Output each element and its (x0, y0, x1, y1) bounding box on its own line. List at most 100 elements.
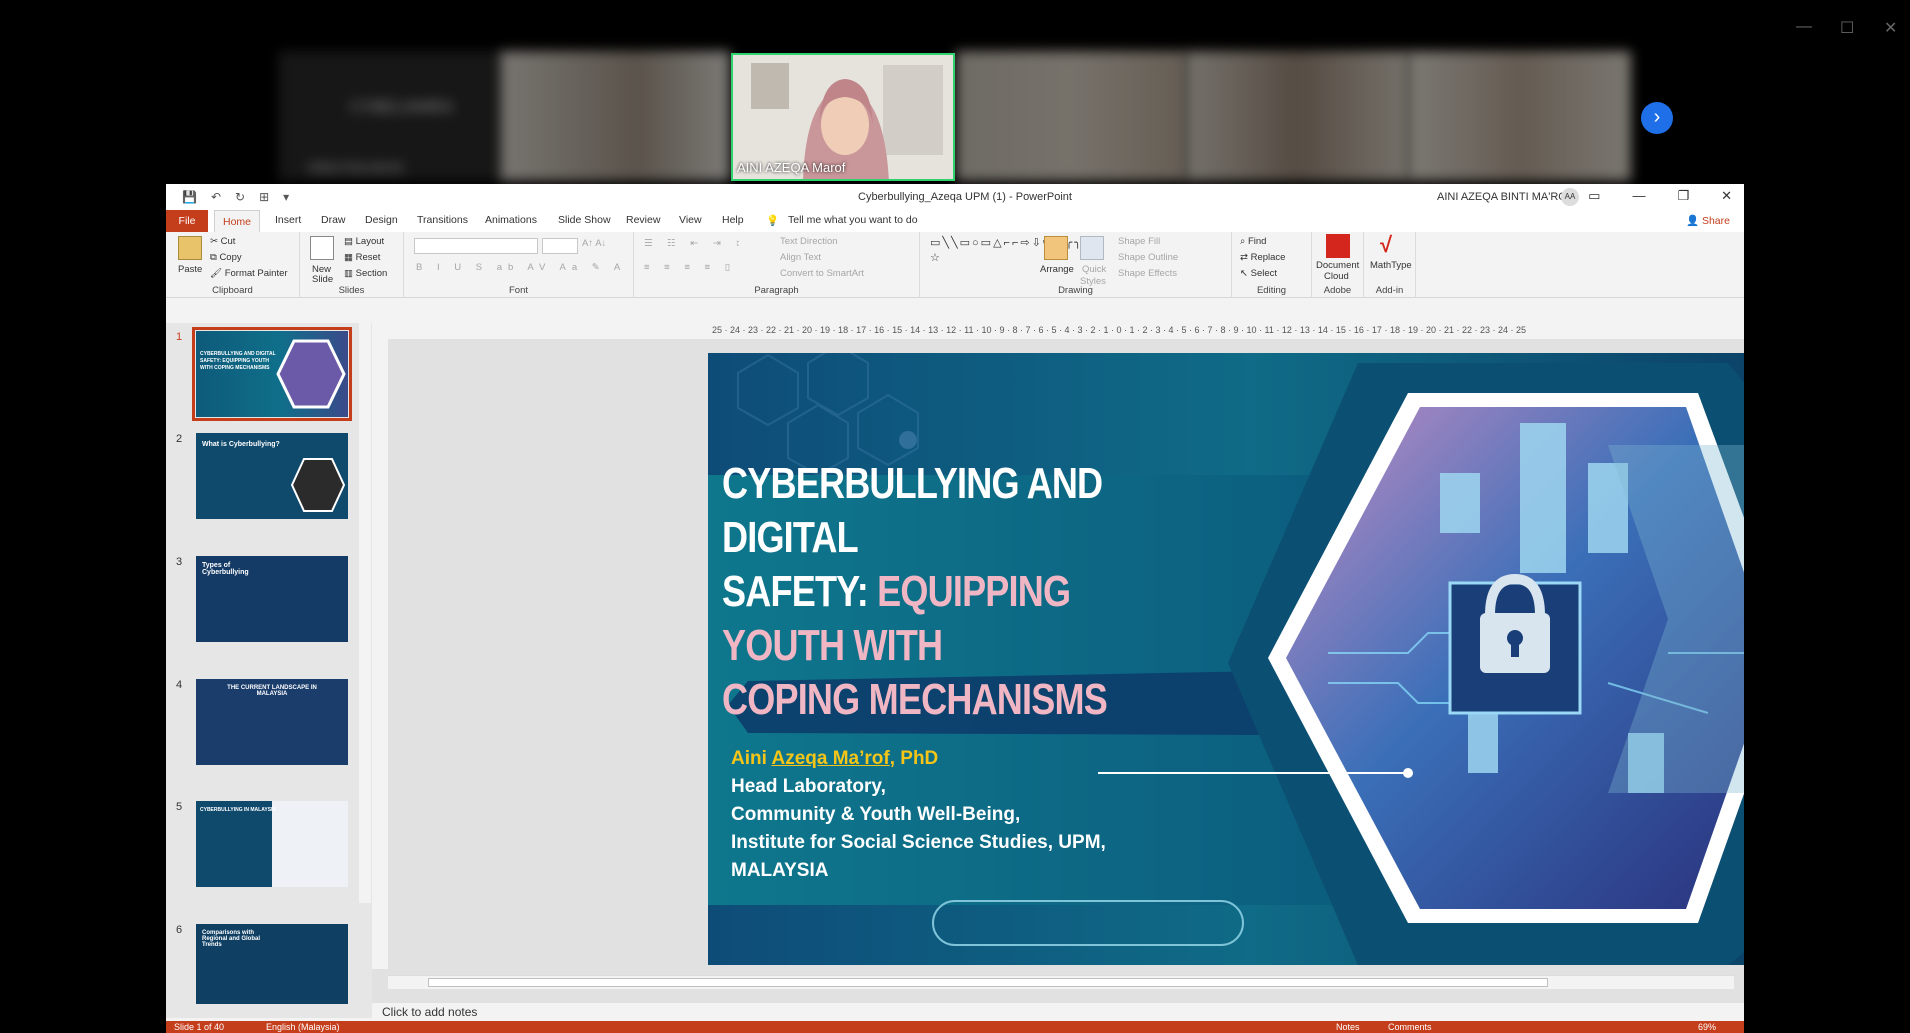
undo-icon[interactable]: ↶ (211, 190, 221, 204)
user-name[interactable]: AINI AZEQA BINTI MA'ROF (1437, 191, 1574, 203)
tab-help[interactable]: Help (722, 214, 744, 226)
thumbnail-slide-4[interactable]: THE CURRENT LANDSCAPE IN MALAYSIA (196, 679, 348, 765)
participant-tile[interactable] (1186, 51, 1408, 181)
slide-thumbnail-pane: 1 CYBERBULLYING AND DIGITAL SAFETY: EQUI… (166, 323, 372, 1018)
tab-file[interactable]: File (166, 210, 208, 232)
font-size-input[interactable] (542, 238, 578, 254)
slide-author-block[interactable]: Aini Azeqa Ma’rof, PhD Head Laboratory, … (731, 745, 1106, 885)
avatar[interactable]: AA (1561, 188, 1579, 206)
font-name-input[interactable] (414, 238, 538, 254)
horizontal-scrollbar[interactable] (388, 975, 1734, 989)
tab-view[interactable]: View (679, 214, 702, 226)
notes-pane[interactable]: Click to add notes (372, 1003, 1744, 1021)
thumbnail-slide-2[interactable]: What is Cyberbullying? (196, 433, 348, 519)
copy-button[interactable]: ⧉ Copy (210, 252, 242, 263)
active-speaker-tile[interactable]: AINI AZEQA Marof (731, 53, 955, 181)
tab-design[interactable]: Design (365, 214, 398, 226)
select-button[interactable]: ↖ Select (1240, 268, 1277, 279)
reset-button[interactable]: ▦ Reset (344, 252, 380, 263)
ribbon: Paste ✂ Cut ⧉ Copy 🖌 Format Painter Clip… (166, 232, 1744, 298)
ribbon-display-icon[interactable]: ▭ (1588, 188, 1600, 204)
title-text: CYBERBULLYING AND DIGITAL (722, 459, 1103, 562)
minimize-icon[interactable]: — (1796, 18, 1812, 36)
layout-icon: ▤ (344, 236, 356, 247)
thumbnail-slide-3[interactable]: Types of Cyberbullying (196, 556, 348, 642)
paste-button[interactable]: Paste (178, 264, 202, 275)
tab-review[interactable]: Review (626, 214, 660, 226)
meeting-screen: { "meeting": { "speaker_name": "AINI AZE… (0, 0, 1910, 1033)
scroll-thumb[interactable] (428, 978, 1548, 987)
save-icon[interactable]: 💾 (182, 190, 197, 204)
author-line: Head Laboratory, (731, 776, 886, 797)
shape-outline-button[interactable]: Shape Outline (1118, 252, 1178, 263)
convert-smartart-button[interactable]: Convert to SmartArt (780, 268, 864, 279)
shape-effects-button[interactable]: Shape Effects (1118, 268, 1177, 279)
ppt-minimize-icon[interactable]: — (1632, 188, 1645, 204)
tell-me-search[interactable]: Tell me what you want to do (788, 214, 918, 226)
language-status[interactable]: English (Malaysia) (266, 1022, 340, 1032)
group-label: Slides (338, 285, 365, 296)
tab-slide-show[interactable]: Slide Show (558, 214, 611, 226)
zoom-level[interactable]: 69% (1698, 1022, 1716, 1032)
current-slide[interactable]: CYBERBULLYING AND DIGITAL SAFETY: EQUIPP… (708, 353, 1744, 965)
redo-icon[interactable]: ↻ (235, 190, 245, 204)
tab-draw[interactable]: Draw (321, 214, 346, 226)
share-button[interactable]: 👤 Share (1686, 214, 1730, 227)
participant-tile[interactable] (956, 51, 1186, 181)
shape-fill-button[interactable]: Shape Fill (1118, 236, 1160, 247)
document-cloud-button-2[interactable]: Cloud (1324, 271, 1349, 282)
thumbnail-title: Comparisons with Regional and Global Tre… (202, 930, 261, 948)
align-text-button[interactable]: Align Text (780, 252, 821, 263)
layout-label: Layout (355, 236, 385, 247)
cut-button[interactable]: ✂ Cut (210, 236, 235, 247)
ppt-restore-icon[interactable]: ❐ (1677, 188, 1689, 204)
tab-transitions[interactable]: Transitions (417, 214, 468, 226)
close-icon[interactable]: ✕ (1884, 18, 1897, 38)
ppt-close-icon[interactable]: ✕ (1721, 188, 1732, 204)
align-icons[interactable]: ≡ ≡ ≡ ≡ ▯ (644, 262, 736, 273)
customize-quick-access-icon[interactable]: ▾ (283, 190, 289, 204)
start-from-beginning-icon[interactable]: ⊞ (259, 190, 269, 204)
find-label: Find (1247, 236, 1267, 247)
thumbnail-slide-1[interactable]: CYBERBULLYING AND DIGITAL SAFETY: EQUIPP… (192, 327, 352, 421)
comments-toggle[interactable]: Comments (1388, 1022, 1432, 1032)
participant-tile[interactable]: CYBELIAMRA NINA FAILAKAS (278, 51, 500, 181)
section-button[interactable]: ▥ Section (344, 268, 387, 279)
list-icons[interactable]: ☰ ☷ ⇤ ⇥ ↕ (644, 238, 746, 249)
participant-tile[interactable] (500, 51, 730, 181)
font-grow-icon[interactable]: A↑ A↓ (582, 238, 606, 249)
quick-styles-button[interactable]: Quick (1082, 264, 1106, 275)
notes-toggle[interactable]: Notes (1336, 1022, 1360, 1032)
maximize-icon[interactable]: ☐ (1840, 18, 1854, 38)
slide-edit-area: 25 · 24 · 23 · 22 · 21 · 20 · 19 · 18 · … (372, 323, 1744, 1003)
text-direction-button[interactable]: Text Direction (780, 236, 838, 247)
status-bar: Slide 1 of 40 English (Malaysia) Notes C… (166, 1021, 1744, 1033)
thumbnail-slide-5[interactable]: CYBERBULLYING IN MALAYSIA (196, 801, 348, 887)
thumbnail-number: 3 (176, 556, 183, 568)
select-label: Select (1250, 268, 1278, 279)
document-cloud-button[interactable]: Document (1316, 260, 1359, 271)
shapes-gallery[interactable]: ▭╲╲▭○▭△⌐⌐⇨⇩⬠↺╭╮{}☆ (930, 236, 1092, 266)
layout-button[interactable]: ▤ Layout (344, 236, 384, 247)
horizontal-ruler: 25 · 24 · 23 · 22 · 21 · 20 · 19 · 18 · … (372, 323, 1744, 339)
title-line-3: COPING MECHANISMS (722, 673, 1148, 727)
thumbnail-slide-6[interactable]: Comparisons with Regional and Global Tre… (196, 924, 348, 1004)
slide-title[interactable]: CYBERBULLYING AND DIGITAL SAFETY: EQUIPP… (722, 457, 1148, 727)
new-slide-button-2[interactable]: Slide (312, 274, 333, 285)
cut-label: Cut (220, 236, 236, 247)
replace-button[interactable]: ⇄ Replace (1240, 252, 1285, 263)
font-style-icons[interactable]: B I U S ab AV Aa ✎ A (416, 262, 626, 273)
find-button[interactable]: ⌕ Find (1240, 236, 1266, 247)
tab-home[interactable]: Home (214, 210, 261, 232)
format-painter-button[interactable]: 🖌 Format Painter (210, 268, 288, 279)
participant-tile[interactable] (1408, 51, 1631, 181)
arrange-icon (1044, 236, 1068, 260)
tab-insert[interactable]: Insert (275, 214, 301, 226)
thumbnail-scrollbar[interactable] (359, 323, 371, 903)
mathtype-button[interactable]: MathType (1370, 260, 1412, 271)
title-line-2: SAFETY: EQUIPPING YOUTH WITH (722, 565, 1148, 673)
arrange-button[interactable]: Arrange (1040, 264, 1074, 275)
tab-animations[interactable]: Animations (485, 214, 537, 226)
cursor-icon: ↖ (1240, 268, 1251, 279)
next-participants-button[interactable]: › (1641, 102, 1673, 134)
